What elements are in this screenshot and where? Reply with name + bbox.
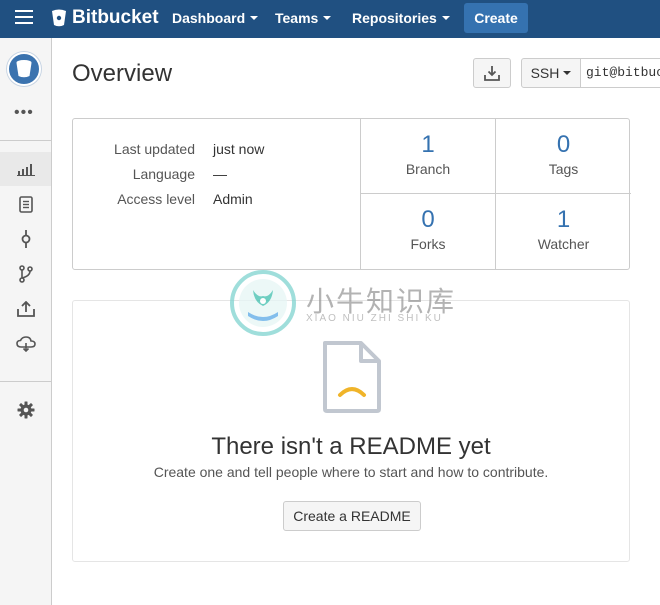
stat-forks[interactable]: 0 Forks	[361, 194, 496, 269]
stat-label: Forks	[410, 236, 446, 252]
bucket-avatar-icon	[16, 60, 32, 78]
meta-row-language: Language —	[73, 166, 361, 191]
chevron-down-icon	[441, 16, 450, 20]
sad-document-icon	[323, 341, 381, 413]
sidebar-item-commits[interactable]	[0, 222, 51, 256]
page-title: Overview	[72, 60, 173, 87]
create-readme-button[interactable]: Create a README	[283, 501, 421, 531]
sidebar-divider	[0, 381, 52, 382]
overview-icon	[16, 164, 35, 176]
meta-label: Last updated	[114, 141, 195, 157]
stat-value: 1	[556, 206, 571, 233]
chevron-down-icon	[323, 16, 332, 20]
settings-gear-icon	[17, 401, 34, 419]
sidebar-divider	[0, 140, 52, 141]
sidebar-item-settings[interactable]	[0, 393, 51, 427]
readme-empty-subtitle: Create one and tell people where to star…	[153, 464, 549, 480]
downloads-cloud-icon	[15, 336, 36, 352]
stat-value: 1	[421, 131, 435, 158]
commits-icon	[21, 230, 30, 248]
nav-dashboard-label: Dashboard	[172, 10, 246, 26]
stat-label: Tags	[548, 161, 579, 177]
sidebar-item-pull-requests[interactable]	[0, 292, 51, 326]
source-icon	[18, 195, 33, 213]
sidebar-item-overview[interactable]	[0, 152, 51, 186]
menu-icon[interactable]	[15, 10, 33, 26]
branches-icon	[18, 265, 33, 283]
brand-name: Bitbucket	[72, 7, 159, 28]
stat-value: 0	[556, 131, 571, 158]
nav-dashboard[interactable]: Dashboard	[172, 10, 259, 26]
meta-value: —	[213, 166, 227, 182]
nav-repositories-label: Repositories	[352, 10, 437, 26]
bitbucket-bucket-icon	[52, 9, 66, 27]
readme-empty-title: There isn't a README yet	[211, 433, 491, 460]
download-icon	[484, 66, 500, 81]
watermark-logo	[230, 270, 296, 336]
chevron-down-icon	[563, 71, 572, 75]
stat-value: 0	[421, 206, 435, 233]
sidebar-item-source[interactable]	[0, 187, 51, 221]
meta-value: just now	[213, 141, 265, 157]
nav-teams-label: Teams	[275, 10, 319, 26]
nav-repositories[interactable]: Repositories	[352, 10, 450, 26]
meta-label: Language	[132, 166, 195, 182]
clone-protocol-label: SSH	[530, 65, 560, 81]
repository-info-panel: Last updated just now Language — Access …	[72, 118, 631, 270]
download-repository-button[interactable]	[473, 58, 511, 88]
sidebar-item-downloads[interactable]	[0, 327, 51, 361]
readme-empty-state: There isn't a README yet Create one and …	[72, 300, 630, 562]
stat-label: Branch	[405, 161, 451, 177]
stat-tags[interactable]: 0 Tags	[496, 119, 631, 194]
meta-label: Access level	[117, 191, 195, 207]
bitbucket-logo[interactable]: Bitbucket	[51, 7, 159, 29]
meta-row-access-level: Access level Admin	[73, 191, 361, 216]
meta-value: Admin	[213, 191, 253, 207]
stat-watchers[interactable]: 1 Watcher	[496, 194, 631, 269]
repository-sidebar: •••	[0, 38, 52, 605]
sidebar-item-branches[interactable]	[0, 257, 51, 291]
chevron-down-icon	[250, 16, 259, 20]
watermark-pinyin-text: XIAO NIU ZHI SHI KU	[306, 313, 443, 324]
top-navigation-bar: Bitbucket Dashboard Teams Repositories C…	[0, 0, 660, 38]
stat-label: Watcher	[537, 236, 590, 252]
pull-requests-icon	[16, 301, 35, 317]
meta-row-last-updated: Last updated just now	[73, 141, 361, 166]
create-button[interactable]: Create	[464, 3, 528, 33]
stat-branches[interactable]: 1 Branch	[361, 119, 496, 194]
nav-teams[interactable]: Teams	[275, 10, 332, 26]
clone-url-field[interactable]: git@bitbucket.org:	[580, 58, 660, 88]
clone-protocol-dropdown[interactable]: SSH	[521, 58, 581, 88]
repository-avatar[interactable]	[7, 52, 41, 86]
more-options-icon[interactable]: •••	[14, 104, 34, 122]
repository-metadata: Last updated just now Language — Access …	[73, 119, 361, 269]
